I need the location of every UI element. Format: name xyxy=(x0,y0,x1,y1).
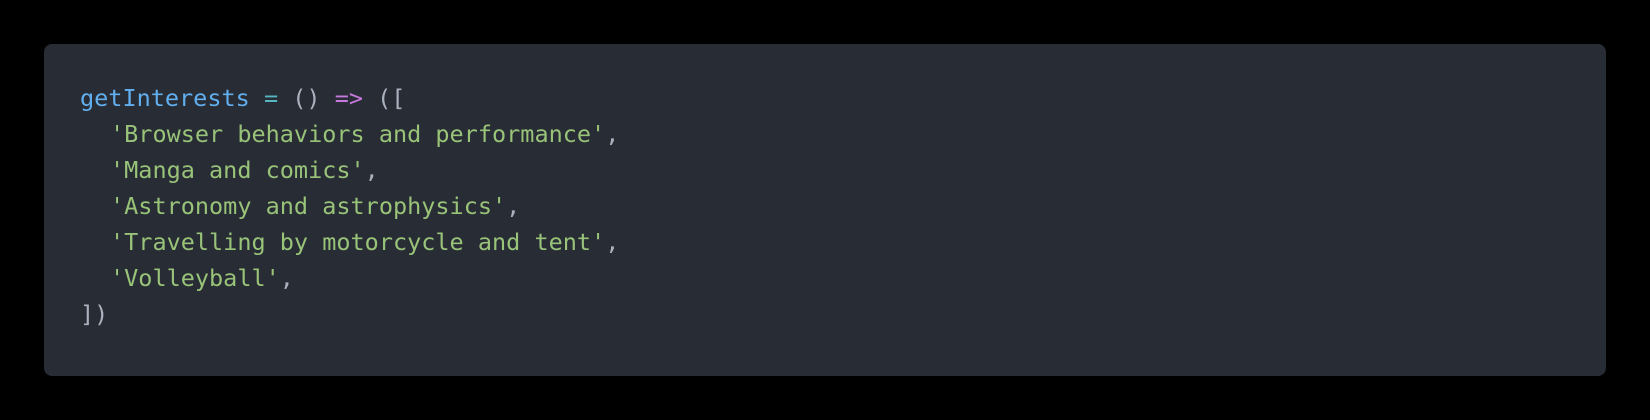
code-block: getInterests = () => ([ 'Browser behavio… xyxy=(44,44,1606,376)
string-literal: 'Volleyball' xyxy=(110,264,280,292)
comma: , xyxy=(605,228,620,256)
close-brackets: ]) xyxy=(80,300,109,328)
comma: , xyxy=(506,192,521,220)
string-literal: 'Astronomy and astrophysics' xyxy=(110,192,507,220)
code-line-item: 'Astronomy and astrophysics', xyxy=(80,188,1570,224)
code-line-item: 'Volleyball', xyxy=(80,260,1570,296)
assign-operator: = xyxy=(263,84,279,112)
code-line-item: 'Manga and comics', xyxy=(80,152,1570,188)
code-line-close: ]) xyxy=(80,296,1570,332)
params: () xyxy=(292,84,321,112)
code-line-declaration: getInterests = () => ([ xyxy=(80,80,1570,116)
string-literal: 'Travelling by motorcycle and tent' xyxy=(110,228,606,256)
comma: , xyxy=(279,264,294,292)
comma: , xyxy=(364,156,379,184)
function-name: getInterests xyxy=(80,84,250,112)
code-line-item: 'Travelling by motorcycle and tent', xyxy=(80,224,1570,260)
string-literal: 'Manga and comics' xyxy=(110,156,365,184)
comma: , xyxy=(605,120,620,148)
string-literal: 'Browser behaviors and performance' xyxy=(110,120,606,148)
arrow-operator: => xyxy=(334,84,363,112)
open-brackets: ([ xyxy=(377,84,406,112)
code-line-item: 'Browser behaviors and performance', xyxy=(80,116,1570,152)
